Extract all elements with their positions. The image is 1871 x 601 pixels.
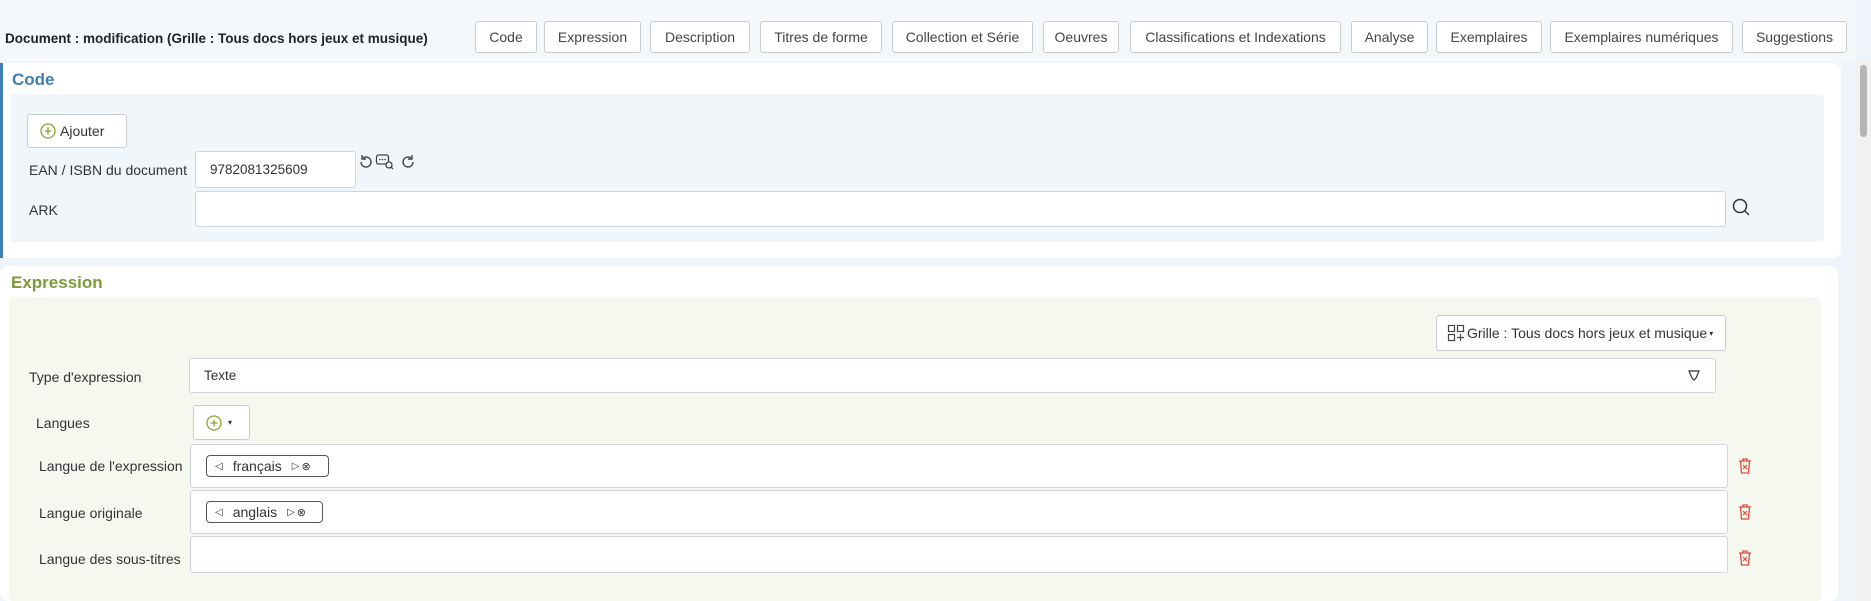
add-code-button[interactable]: Ajouter <box>27 114 127 148</box>
ark-input[interactable] <box>195 191 1726 227</box>
triangle-right-icon[interactable]: ▷ <box>287 507 295 518</box>
page-title: Document : modification (Grille : Tous d… <box>5 31 428 46</box>
tab-suggestions[interactable]: Suggestions <box>1742 21 1847 53</box>
scrollbar-thumb[interactable] <box>1860 65 1867 137</box>
refresh-icon[interactable] <box>399 153 417 171</box>
expression-section-title: Expression <box>11 273 103 292</box>
langues-label: Langues <box>36 415 90 431</box>
grid-add-icon <box>1447 324 1465 342</box>
funnel-icon[interactable] <box>1687 368 1701 382</box>
vertical-scrollbar[interactable] <box>1856 60 1871 601</box>
tab-expression[interactable]: Expression <box>544 21 641 53</box>
chevron-down-icon: ▾ <box>1709 328 1714 338</box>
delete-icon[interactable] <box>1737 549 1753 567</box>
delete-icon[interactable] <box>1737 503 1753 521</box>
chip-label: français <box>232 458 282 474</box>
ark-label: ARK <box>29 202 58 218</box>
remove-chip-icon[interactable]: ⊗ <box>297 506 306 519</box>
triangle-right-icon[interactable]: ▷ <box>292 461 300 472</box>
tab-exemplaires-numeriques[interactable]: Exemplaires numériques <box>1550 21 1733 53</box>
triangle-left-icon[interactable]: ◁ <box>215 461 223 472</box>
add-circle-icon <box>206 414 222 431</box>
add-language-button[interactable]: ▾ <box>193 405 250 440</box>
ean-input[interactable]: 9782081325609 <box>195 151 356 188</box>
grid-select-label: Grille : Tous docs hors jeux et musique <box>1467 325 1708 341</box>
language-chip-anglais: ◁ anglais ▷ ⊗ <box>206 501 323 523</box>
language-chip-francais: ◁ français ▷ ⊗ <box>206 455 329 477</box>
tab-description[interactable]: Description <box>650 21 750 53</box>
chevron-down-icon: ▾ <box>228 418 233 427</box>
tab-collection-serie[interactable]: Collection et Série <box>892 21 1033 53</box>
comment-search-icon[interactable] <box>375 153 395 171</box>
add-circle-icon <box>40 123 56 139</box>
type-expression-select[interactable]: Texte <box>189 358 1716 393</box>
lang-expression-field[interactable]: ◁ français ▷ ⊗ <box>190 444 1728 488</box>
delete-icon[interactable] <box>1737 457 1753 475</box>
expression-section: Expression Grille : Tous docs hors jeux … <box>0 266 1838 601</box>
tab-oeuvres[interactable]: Oeuvres <box>1043 21 1119 53</box>
lang-original-label: Langue originale <box>39 505 143 521</box>
triangle-left-icon[interactable]: ◁ <box>215 507 223 518</box>
lang-subtitles-field[interactable] <box>190 536 1728 573</box>
tab-code[interactable]: Code <box>475 21 537 53</box>
lang-original-field[interactable]: ◁ anglais ▷ ⊗ <box>190 490 1728 534</box>
remove-chip-icon[interactable]: ⊗ <box>301 460 310 473</box>
grid-select-button[interactable]: Grille : Tous docs hors jeux et musique … <box>1436 315 1726 351</box>
lang-expression-label: Langue de l'expression <box>39 458 183 474</box>
code-section-title: Code <box>12 70 55 89</box>
ean-label: EAN / ISBN du document <box>29 162 187 178</box>
code-section: Code Ajouter EAN / ISBN du document 9782… <box>0 63 1841 258</box>
chip-label: anglais <box>232 504 278 520</box>
type-expression-label: Type d'expression <box>29 369 142 385</box>
type-expression-value: Texte <box>204 368 237 383</box>
tab-classifications[interactable]: Classifications et Indexations <box>1130 21 1341 53</box>
undo-icon[interactable] <box>357 153 375 171</box>
tab-exemplaires[interactable]: Exemplaires <box>1436 21 1542 53</box>
search-icon[interactable] <box>1731 197 1751 217</box>
tab-titres-de-forme[interactable]: Titres de forme <box>760 21 882 53</box>
add-code-label: Ajouter <box>60 123 105 139</box>
tab-analyse[interactable]: Analyse <box>1351 21 1428 53</box>
lang-subtitles-label: Langue des sous-titres <box>39 551 181 567</box>
